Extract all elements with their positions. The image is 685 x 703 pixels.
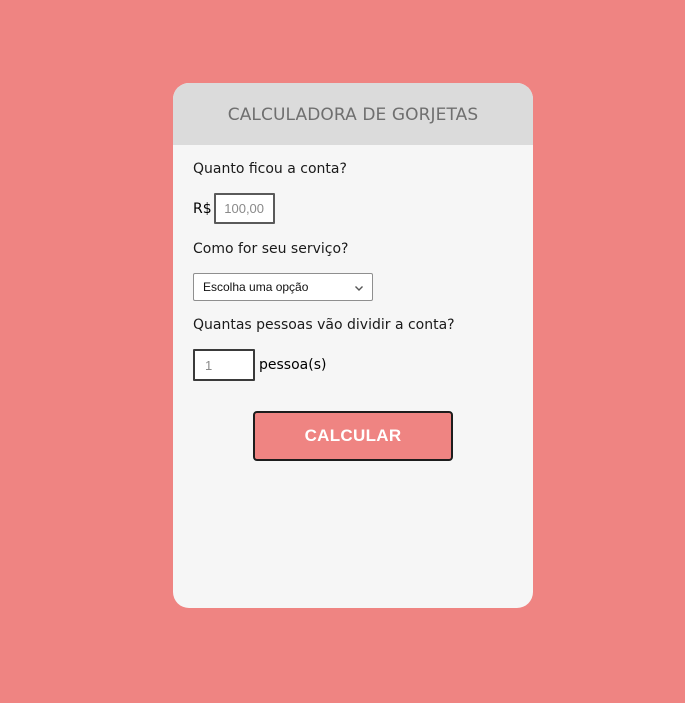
people-count-input[interactable] (193, 349, 255, 381)
people-suffix-label: pessoa(s) (259, 357, 327, 373)
card-header: CALCULADORA DE GORJETAS (173, 83, 533, 145)
people-row: pessoa(s) (193, 349, 326, 381)
page-title: CALCULADORA DE GORJETAS (227, 105, 479, 125)
tip-calculator-card: CALCULADORA DE GORJETAS Quanto ficou a c… (173, 83, 533, 608)
people-question-label: Quantas pessoas vão dividir a conta? (193, 317, 455, 333)
service-question-label: Como for seu serviço? (193, 241, 349, 257)
bill-amount-input[interactable] (213, 193, 275, 224)
bill-row: R$ (193, 193, 275, 224)
service-select[interactable]: Escolha uma opção (193, 273, 373, 301)
currency-label: R$ (193, 200, 212, 217)
chevron-down-icon (354, 282, 364, 292)
calculate-button[interactable]: CALCULAR (253, 411, 453, 461)
bill-question-label: Quanto ficou a conta? (193, 161, 347, 177)
service-select-value: Escolha uma opção (203, 280, 309, 294)
